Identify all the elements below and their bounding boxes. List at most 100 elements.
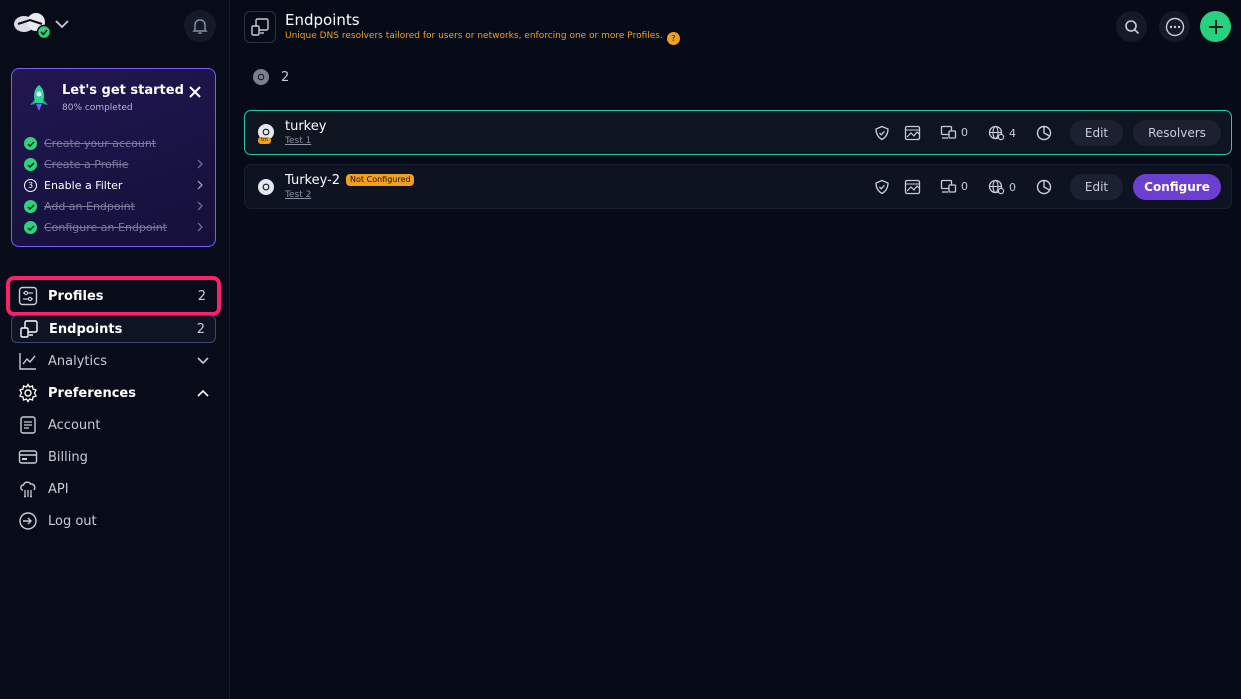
sidebar-item-label: Preferences — [48, 385, 136, 401]
image-icon — [904, 179, 921, 195]
chrome-icon — [258, 179, 274, 195]
sidebar-item-logout[interactable]: Log out — [11, 507, 216, 535]
sidebar-item-label: Billing — [48, 449, 88, 465]
globe-network-icon — [988, 125, 1005, 141]
analytics-button[interactable] — [1036, 125, 1052, 141]
devices-count: 0 — [961, 126, 968, 139]
sidebar-item-analytics[interactable]: Analytics — [11, 347, 216, 375]
info-icon[interactable]: ? — [666, 32, 680, 45]
sidebar-item-preferences[interactable]: Preferences — [11, 379, 216, 407]
globe-network-icon — [988, 179, 1005, 195]
checklist-item-add-endpoint[interactable]: Add an Endpoint — [24, 196, 204, 217]
endpoint-name: turkey — [285, 119, 327, 134]
resolvers-button[interactable]: Resolvers — [1133, 120, 1221, 146]
networks-count: 4 — [1009, 126, 1016, 140]
security-shield-button[interactable] — [874, 125, 890, 141]
checklist-item-configure-endpoint[interactable]: Configure an Endpoint — [24, 217, 204, 238]
devices-stat[interactable]: 0 — [940, 179, 968, 194]
checklist-item-create-profile[interactable]: Create a Profile — [24, 154, 204, 175]
more-options-button[interactable] — [1159, 11, 1190, 42]
image-icon — [904, 125, 921, 141]
devices-icon — [940, 179, 957, 193]
step-number-icon: 3 — [24, 179, 37, 192]
image-settings-button[interactable] — [904, 179, 921, 195]
endpoint-count: 2 — [252, 68, 289, 86]
chevron-down-icon — [55, 20, 69, 29]
chevron-right-icon — [197, 159, 203, 169]
sidebar-item-label: Account — [48, 417, 101, 433]
edit-button[interactable]: Edit — [1070, 120, 1123, 146]
sidebar-item-label: Log out — [48, 513, 97, 529]
image-settings-button[interactable] — [904, 125, 921, 141]
sidebar: Let's get started 80% completed Create y… — [0, 0, 230, 699]
sidebar-item-label: Endpoints — [49, 321, 123, 337]
sidebar-item-billing[interactable]: Billing — [11, 443, 216, 471]
more-icon — [1165, 17, 1184, 36]
shield-check-icon — [875, 125, 889, 141]
shield-check-icon — [875, 179, 889, 195]
networks-count: 0 — [1009, 180, 1016, 194]
chevron-right-icon — [197, 180, 203, 190]
checklist-item-label: Create a Profile — [44, 158, 129, 171]
add-endpoint-button[interactable] — [1200, 11, 1231, 42]
checklist-item-label: Add an Endpoint — [44, 200, 135, 213]
sidebar-item-endpoints[interactable]: Endpoints 2 — [11, 315, 216, 343]
devices-stat[interactable]: 0 — [940, 125, 968, 140]
edit-button[interactable]: Edit — [1070, 174, 1123, 200]
endpoint-badge: tm — [258, 137, 271, 144]
networks-stat[interactable]: 0 — [988, 179, 1016, 195]
networks-stat[interactable]: 4 — [988, 125, 1016, 141]
getting-started-title: Let's get started — [62, 83, 184, 98]
api-icon — [17, 478, 39, 500]
endpoint-name-row: Turkey-2 Not Configured — [285, 173, 415, 188]
page-subtitle-text: Unique DNS resolvers tailored for users … — [285, 31, 663, 41]
endpoints-icon — [18, 318, 40, 340]
sidebar-item-api[interactable]: API — [11, 475, 216, 503]
plus-icon — [1208, 19, 1223, 34]
chevron-right-icon — [197, 222, 203, 232]
page-title: Endpoints — [285, 11, 360, 29]
configure-button[interactable]: Configure — [1133, 174, 1221, 200]
pie-chart-icon — [1036, 179, 1052, 195]
pie-chart-icon — [1036, 125, 1052, 141]
chevron-up-icon — [197, 389, 209, 397]
notifications-button[interactable] — [184, 10, 216, 42]
status-badge: Not Configured — [346, 174, 415, 186]
checklist-item-enable-filter[interactable]: 3 Enable a Filter — [24, 175, 204, 196]
bell-icon — [192, 19, 208, 34]
sidebar-item-label: API — [48, 481, 69, 497]
check-icon — [24, 221, 37, 234]
checklist-item-label: Enable a Filter — [44, 179, 123, 192]
sidebar-item-account[interactable]: Account — [11, 411, 216, 439]
chrome-icon — [253, 69, 269, 85]
endpoint-profile-link[interactable]: Test 1 — [285, 136, 311, 146]
check-icon — [24, 158, 37, 171]
checklist-item-create-account[interactable]: Create your account — [24, 133, 204, 154]
gear-icon — [17, 382, 39, 404]
credit-card-icon — [17, 446, 39, 468]
close-icon[interactable] — [186, 83, 204, 101]
highlight-annotation — [6, 276, 221, 316]
chevron-down-icon — [197, 357, 209, 365]
check-icon — [24, 200, 37, 213]
chart-line-icon — [17, 350, 39, 372]
devices-icon — [940, 125, 957, 139]
search-button[interactable] — [1116, 11, 1147, 42]
getting-started-checklist: Create your account Create a Profile 3 E… — [24, 133, 204, 238]
endpoint-card[interactable]: tm turkey Test 1 0 4 Edit Resolvers — [244, 110, 1232, 155]
getting-started-card: Let's get started 80% completed Create y… — [11, 68, 216, 247]
getting-started-progress: 80% completed — [62, 103, 133, 113]
endpoint-profile-link[interactable]: Test 2 — [285, 190, 311, 200]
workspace-switcher[interactable] — [12, 10, 72, 42]
analytics-button[interactable] — [1036, 179, 1052, 195]
security-shield-button[interactable] — [874, 179, 890, 195]
endpoint-count-value: 2 — [281, 69, 290, 85]
chevron-right-icon — [197, 201, 203, 211]
checklist-item-label: Configure an Endpoint — [44, 221, 167, 234]
devices-count: 0 — [961, 180, 968, 193]
page-icon — [244, 11, 276, 43]
logo-icon — [14, 13, 69, 40]
endpoint-card[interactable]: Turkey-2 Not Configured Test 2 0 0 Edit C… — [244, 164, 1232, 209]
endpoint-name: Turkey-2 — [285, 173, 341, 188]
document-icon — [17, 414, 39, 436]
